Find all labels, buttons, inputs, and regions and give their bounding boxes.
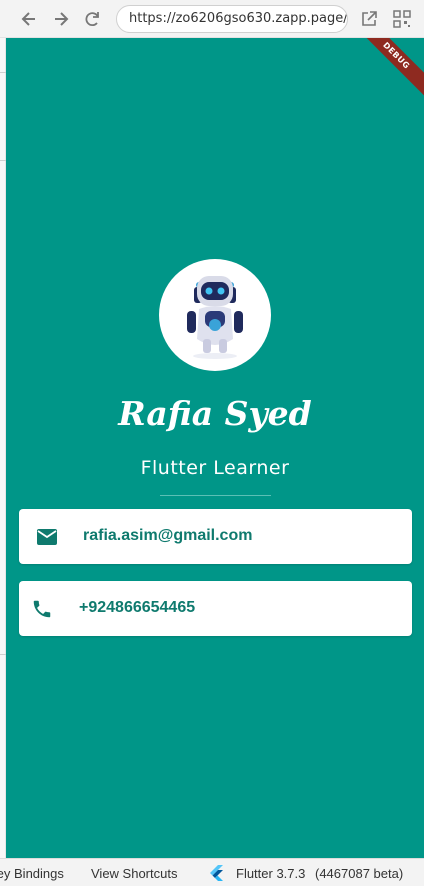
url-text: https://zo6206gso630.zapp.page/ <box>129 11 348 26</box>
key-bindings-link[interactable]: Key Bindings <box>0 866 64 881</box>
open-external-icon[interactable] <box>358 8 380 30</box>
email-icon <box>36 526 58 548</box>
status-bar: Key Bindings View Shortcuts Flutter 3.7.… <box>0 858 424 886</box>
robot-icon <box>187 276 243 359</box>
debug-banner: DEBUG <box>352 38 424 100</box>
flutter-build: (4467087 beta) <box>315 866 404 881</box>
profile-name: Rafia Syed <box>118 394 312 433</box>
flutter-logo-icon <box>209 865 223 884</box>
phone-text: +924866654465 <box>79 599 196 616</box>
phone-icon <box>31 598 53 620</box>
qr-code-icon[interactable] <box>391 8 413 30</box>
arrow-left-icon[interactable] <box>18 8 40 30</box>
divider <box>160 495 271 496</box>
avatar <box>159 259 271 371</box>
arrow-right-icon[interactable] <box>50 8 72 30</box>
email-card[interactable]: rafia.asim@gmail.com <box>19 509 412 564</box>
phone-card[interactable]: +924866654465 <box>19 581 412 636</box>
address-bar[interactable]: https://zo6206gso630.zapp.page/ <box>116 5 348 33</box>
view-shortcuts-link[interactable]: View Shortcuts <box>91 866 177 881</box>
browser-toolbar: https://zo6206gso630.zapp.page/ <box>0 0 424 38</box>
reload-icon[interactable] <box>82 8 104 30</box>
profile-title: Flutter Learner <box>140 457 290 479</box>
email-text: rafia.asim@gmail.com <box>83 527 253 544</box>
flutter-version: Flutter 3.7.3 <box>236 866 306 881</box>
app-screen: DEBUG Rafia Syed Flutter Learner rafia.a… <box>6 38 424 858</box>
